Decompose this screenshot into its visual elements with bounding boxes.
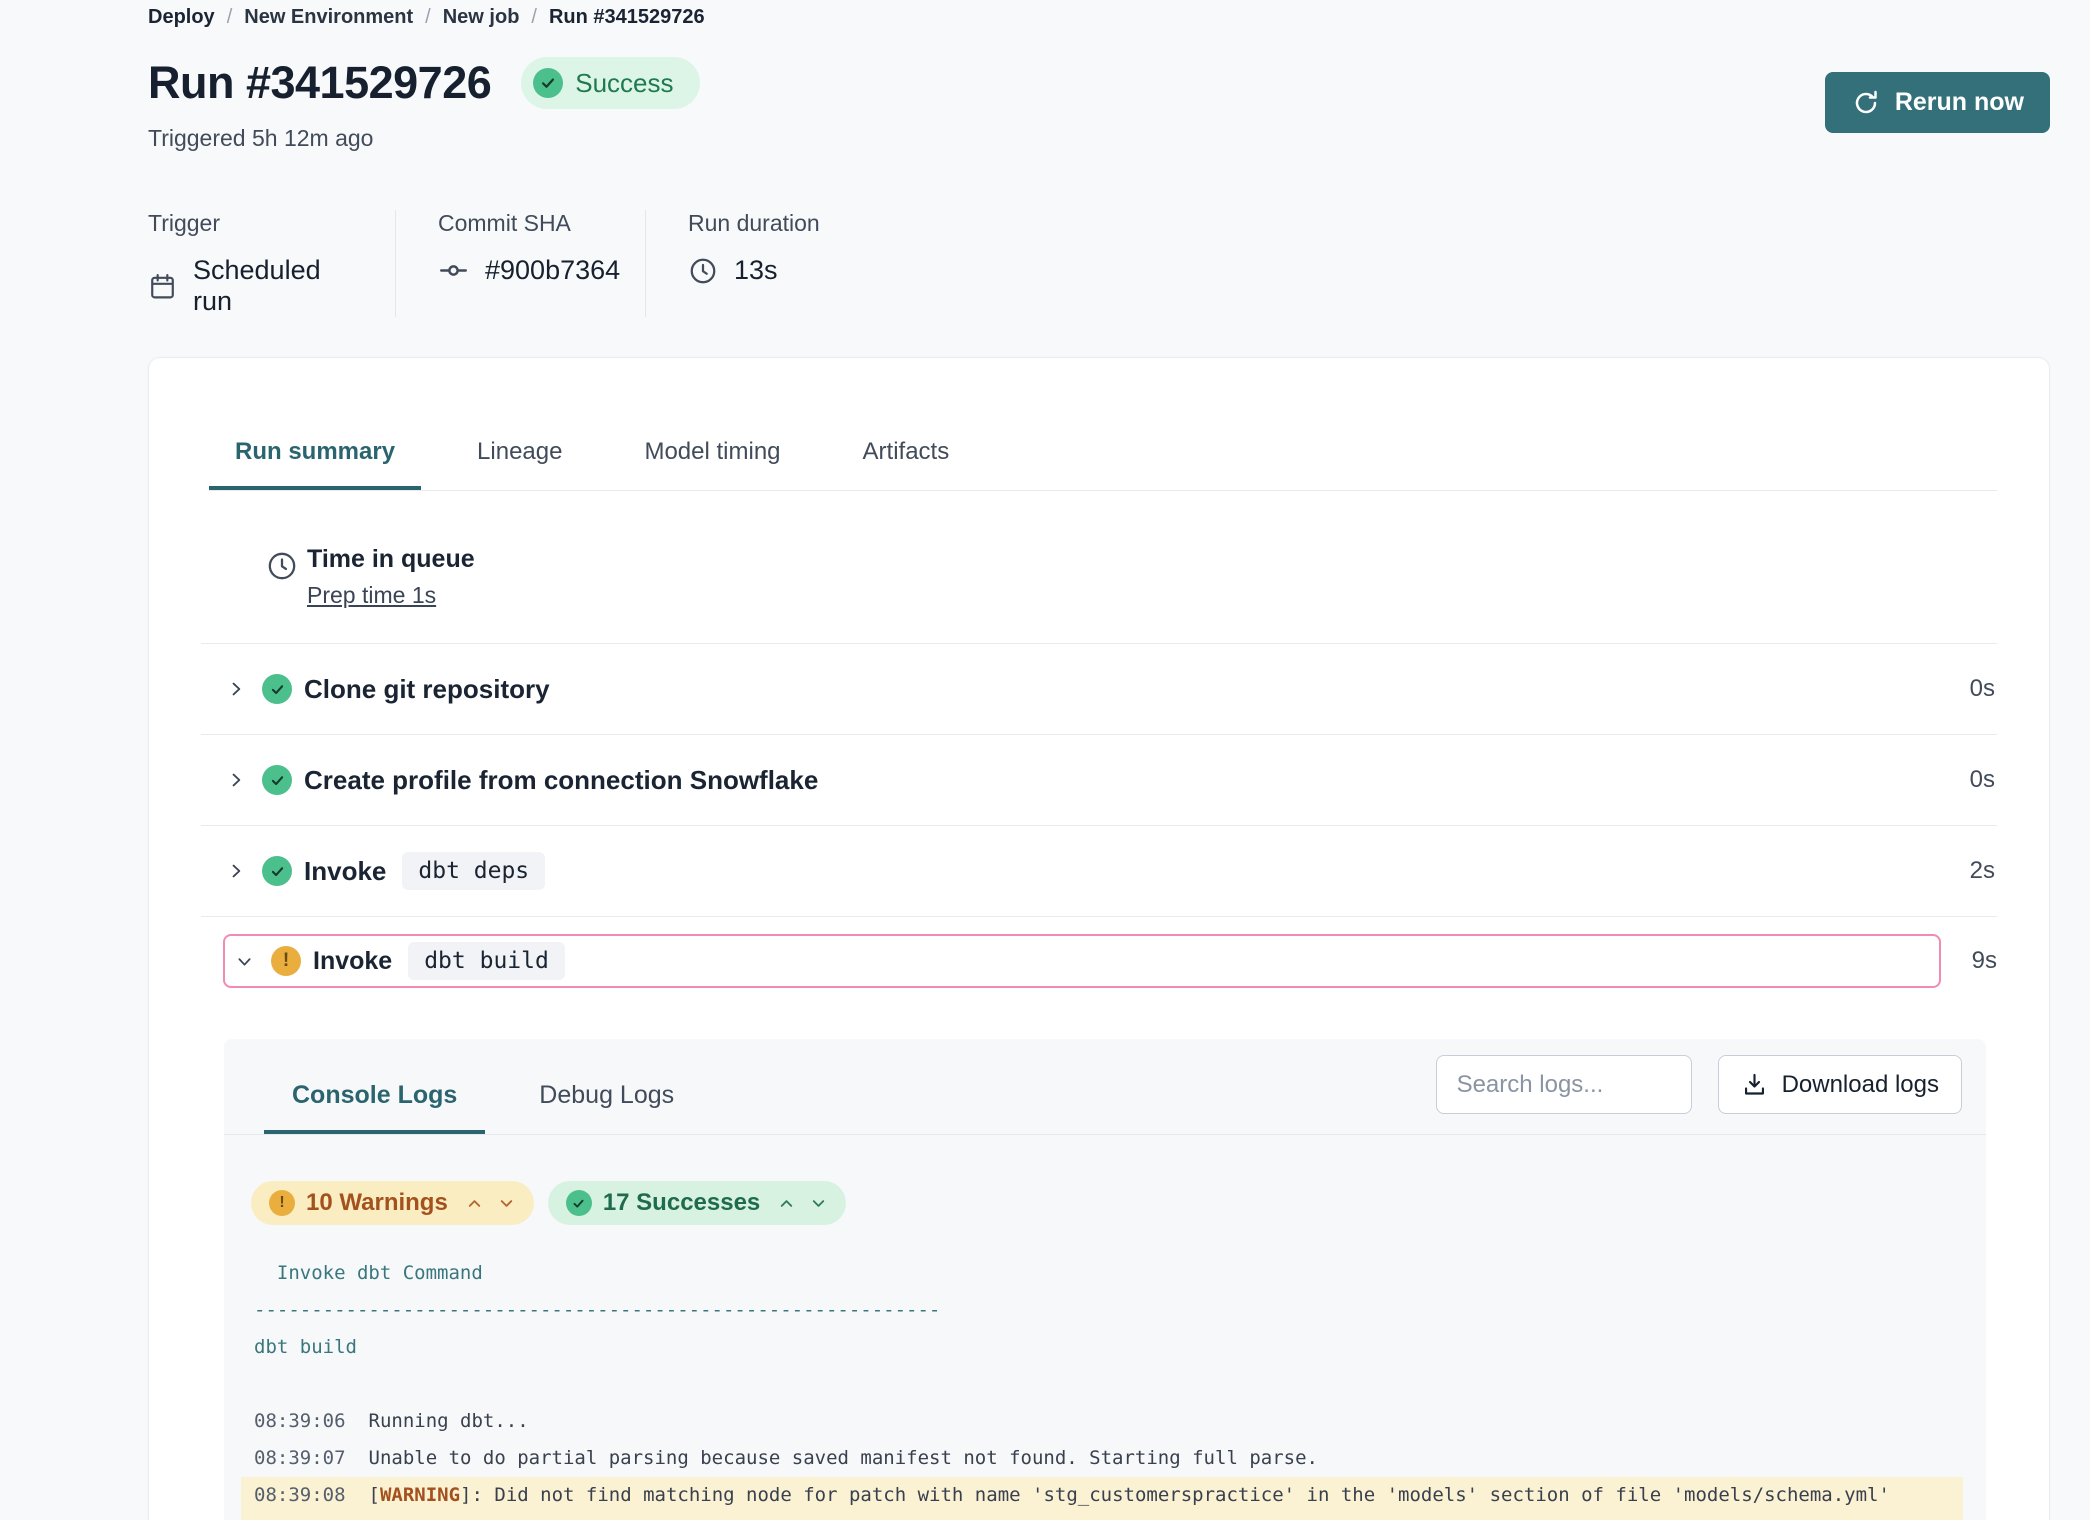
git-commit-icon bbox=[438, 255, 469, 286]
header-row: Run #341529726 Success bbox=[148, 57, 2050, 109]
step-row-create-profile[interactable]: Create profile from connection Snowflake… bbox=[201, 735, 1997, 826]
main-tabs: Run summary Lineage Model timing Artifac… bbox=[209, 358, 1997, 491]
warnings-badge-label: 10 Warnings bbox=[306, 1189, 448, 1217]
rerun-button[interactable]: Rerun now bbox=[1825, 72, 2050, 133]
calendar-icon bbox=[148, 272, 177, 301]
success-check-icon bbox=[262, 674, 292, 704]
step-dbt-build-header[interactable]: ! Invoke dbt build bbox=[223, 934, 1941, 988]
step-command-pill: dbt deps bbox=[402, 852, 545, 890]
tab-artifacts[interactable]: Artifacts bbox=[837, 438, 976, 490]
step-duration: 2s bbox=[1970, 857, 1997, 885]
prep-time-link[interactable]: Prep time 1s bbox=[307, 582, 475, 609]
meta-trigger-label: Trigger bbox=[148, 210, 355, 237]
tab-console-logs[interactable]: Console Logs bbox=[264, 1081, 485, 1134]
run-detail-page: Deploy / New Environment / New job / Run… bbox=[0, 0, 2090, 1520]
run-summary-card: Run summary Lineage Model timing Artifac… bbox=[148, 357, 2050, 1520]
meta-duration-label: Run duration bbox=[688, 210, 820, 237]
breadcrumb-separator: / bbox=[227, 6, 233, 29]
step-title: Invoke bbox=[304, 856, 386, 887]
log-command-header: Invoke dbt Command bbox=[241, 1255, 1963, 1292]
breadcrumb-separator: / bbox=[531, 6, 537, 29]
status-badge-label: Success bbox=[575, 68, 673, 99]
queue-section: Time in queue Prep time 1s bbox=[201, 491, 1997, 644]
step-title: Invoke bbox=[313, 947, 392, 976]
success-next-icon[interactable] bbox=[809, 1194, 828, 1213]
success-prev-icon[interactable] bbox=[777, 1194, 796, 1213]
log-filter-badges: ! 10 Warnings 17 Successes bbox=[251, 1181, 1986, 1225]
meta-trigger: Trigger Scheduled run bbox=[148, 210, 395, 317]
breadcrumb-current-run: Run #341529726 bbox=[549, 6, 705, 29]
breadcrumb: Deploy / New Environment / New job / Run… bbox=[148, 6, 2050, 29]
log-toolbar: Console Logs Debug Logs Download logs bbox=[224, 1039, 1986, 1135]
breadcrumb-deploy[interactable]: Deploy bbox=[148, 6, 215, 29]
successes-badge[interactable]: 17 Successes bbox=[548, 1181, 846, 1225]
breadcrumb-separator: / bbox=[425, 6, 431, 29]
tab-run-summary[interactable]: Run summary bbox=[209, 438, 421, 490]
search-logs-input[interactable] bbox=[1436, 1055, 1692, 1114]
queue-title: Time in queue bbox=[307, 545, 475, 574]
chevron-down-icon[interactable] bbox=[235, 952, 257, 971]
log-warning-line: 08:39:08[WARNING]: Did not find matching… bbox=[241, 1514, 1963, 1520]
log-warning-line: 08:39:08[WARNING]: Did not find matching… bbox=[241, 1477, 1963, 1514]
log-blank-line bbox=[241, 1366, 1963, 1403]
download-logs-label: Download logs bbox=[1782, 1071, 1939, 1099]
tab-model-timing[interactable]: Model timing bbox=[618, 438, 806, 490]
warnings-badge[interactable]: ! 10 Warnings bbox=[251, 1181, 534, 1225]
console-log-output: Invoke dbt Command ---------------------… bbox=[241, 1255, 1963, 1520]
step-command-pill: dbt build bbox=[408, 942, 565, 980]
step-row-dbt-deps[interactable]: Invoke dbt deps 2s bbox=[201, 826, 1997, 917]
success-check-icon bbox=[262, 765, 292, 795]
chevron-right-icon[interactable] bbox=[226, 861, 248, 881]
log-command: dbt build bbox=[241, 1329, 1963, 1366]
run-meta: Trigger Scheduled run Commit SHA #900b73… bbox=[148, 210, 2050, 317]
meta-duration-value: 13s bbox=[734, 255, 778, 286]
rerun-button-label: Rerun now bbox=[1895, 88, 2024, 117]
log-line: 08:39:07Unable to do partial parsing bec… bbox=[241, 1440, 1963, 1477]
step-duration: 0s bbox=[1970, 766, 1997, 794]
meta-commit: Commit SHA #900b7364 bbox=[395, 210, 645, 317]
chevron-right-icon[interactable] bbox=[226, 770, 248, 790]
successes-badge-label: 17 Successes bbox=[603, 1189, 760, 1217]
step-duration: 0s bbox=[1970, 675, 1997, 703]
status-badge: Success bbox=[521, 57, 699, 109]
step-duration: 9s bbox=[1941, 947, 1997, 975]
step-title: Clone git repository bbox=[304, 674, 550, 705]
clock-icon bbox=[688, 256, 718, 286]
queue-clock-icon bbox=[265, 549, 299, 609]
tab-lineage[interactable]: Lineage bbox=[451, 438, 588, 490]
download-logs-button[interactable]: Download logs bbox=[1718, 1055, 1962, 1114]
rerun-icon bbox=[1851, 88, 1881, 118]
step-row-clone-git[interactable]: Clone git repository 0s bbox=[201, 644, 1997, 735]
step-row-dbt-build: ! Invoke dbt build 9s bbox=[201, 917, 1997, 1005]
tab-debug-logs[interactable]: Debug Logs bbox=[511, 1081, 702, 1134]
step-title: Create profile from connection Snowflake bbox=[304, 765, 818, 796]
triggered-timestamp: Triggered 5h 12m ago bbox=[148, 125, 2050, 152]
warning-prev-icon[interactable] bbox=[465, 1194, 484, 1213]
download-icon bbox=[1741, 1071, 1768, 1098]
warning-next-icon[interactable] bbox=[497, 1194, 516, 1213]
chevron-right-icon[interactable] bbox=[226, 679, 248, 699]
meta-commit-value: #900b7364 bbox=[485, 255, 620, 286]
success-check-icon bbox=[566, 1190, 592, 1216]
warning-icon: ! bbox=[271, 946, 301, 976]
breadcrumb-job[interactable]: New job bbox=[443, 6, 520, 29]
page-title: Run #341529726 bbox=[148, 57, 491, 109]
warning-icon: ! bbox=[269, 1190, 295, 1216]
breadcrumb-environment[interactable]: New Environment bbox=[244, 6, 413, 29]
log-line: 08:39:06Running dbt... bbox=[241, 1403, 1963, 1440]
log-panel: Console Logs Debug Logs Download logs bbox=[224, 1039, 1986, 1520]
meta-duration: Run duration 13s bbox=[645, 210, 860, 317]
meta-trigger-value: Scheduled run bbox=[193, 255, 355, 317]
success-check-icon bbox=[533, 68, 563, 98]
meta-commit-label: Commit SHA bbox=[438, 210, 605, 237]
success-check-icon bbox=[262, 856, 292, 886]
log-separator-line: ----------------------------------------… bbox=[241, 1292, 1963, 1329]
